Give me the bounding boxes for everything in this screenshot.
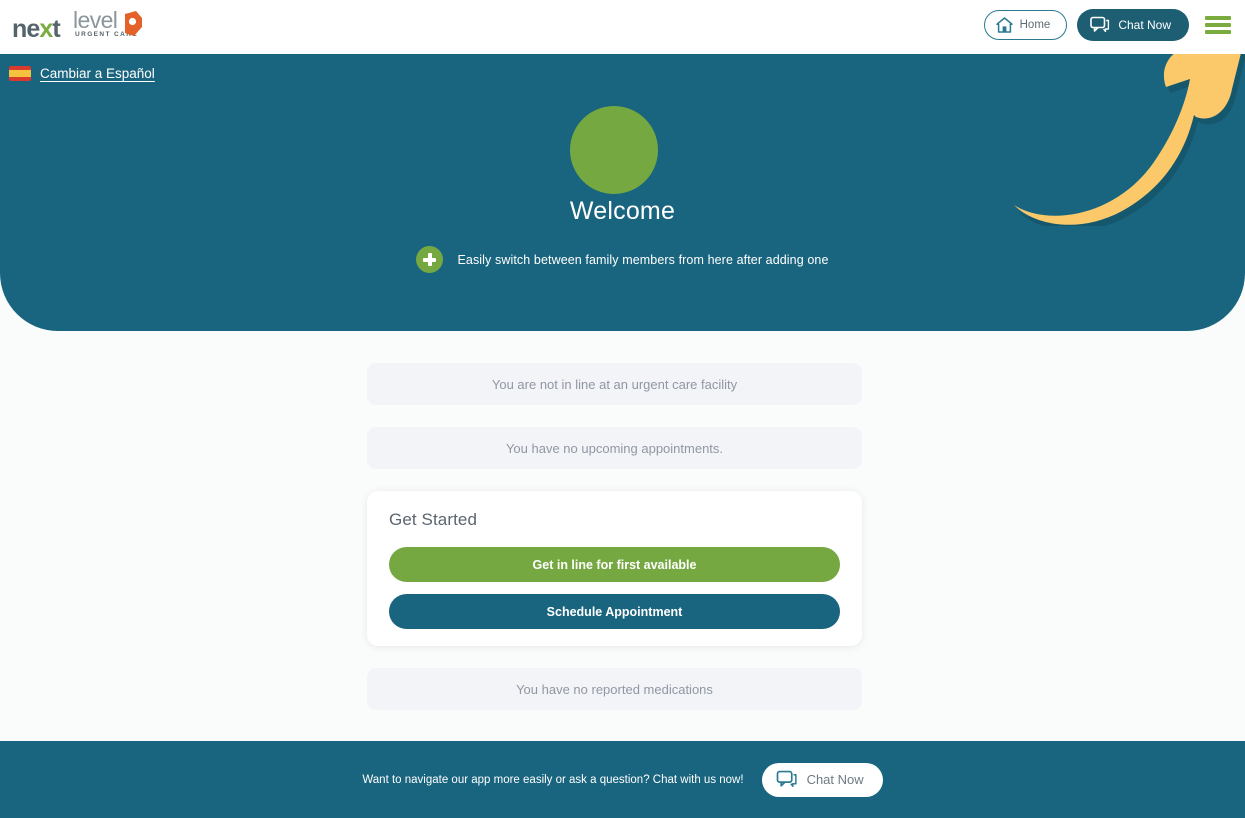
language-switch-link[interactable]: Cambiar a Español xyxy=(9,66,155,81)
chat-now-button-footer[interactable]: Chat Now xyxy=(761,762,883,797)
get-in-line-button[interactable]: Get in line for first available xyxy=(389,547,840,582)
home-button-label: Home xyxy=(1019,19,1051,31)
main-content: You are not in line at an urgent care fa… xyxy=(0,331,1245,741)
hamburger-bar-3 xyxy=(1205,30,1231,34)
language-switch-label: Cambiar a Español xyxy=(40,66,155,81)
app-root: next level URGENT CARE Home Chat Now Cam… xyxy=(0,0,1245,818)
chat-now-footer-label: Chat Now xyxy=(806,772,864,787)
footer-chat-bar: Want to navigate our app more easily or … xyxy=(0,741,1245,818)
chat-bubble-icon xyxy=(1090,16,1110,33)
logo-char-x: x xyxy=(39,15,53,43)
hamburger-bar-2 xyxy=(1205,23,1231,27)
family-switch-row: Easily switch between family members fro… xyxy=(0,246,1245,273)
logo-wordmark-level: level xyxy=(73,7,118,33)
hamburger-menu-icon[interactable] xyxy=(1205,16,1231,34)
home-button[interactable]: Home xyxy=(983,10,1068,40)
house-icon xyxy=(995,17,1013,33)
footer-prompt-text: Want to navigate our app more easily or … xyxy=(362,773,744,786)
top-bar-actions: Home Chat Now xyxy=(983,9,1235,41)
add-family-member-button[interactable] xyxy=(416,246,444,273)
status-card-medications: You have no reported medications xyxy=(367,668,862,710)
spain-flag-icon xyxy=(9,66,31,81)
get-started-title: Get Started xyxy=(389,510,478,529)
hero-panel: Cambiar a Español Welcome Easily switch … xyxy=(0,54,1245,331)
get-started-card: Get Started Get in line for first availa… xyxy=(367,491,862,646)
chat-now-button-header[interactable]: Chat Now xyxy=(1077,9,1189,41)
chat-bubble-icon xyxy=(776,770,797,787)
status-card-appointments: You have no upcoming appointments. xyxy=(367,427,862,469)
chat-now-button-label: Chat Now xyxy=(1118,18,1171,32)
logo-char-e: e xyxy=(26,15,40,43)
logo-hexagon-mark xyxy=(125,11,142,36)
welcome-heading: Welcome xyxy=(569,197,676,225)
status-card-in-line: You are not in line at an urgent care fa… xyxy=(367,363,862,405)
logo-char-n: n xyxy=(12,15,27,43)
family-switch-hint: Easily switch between family members fro… xyxy=(457,252,829,267)
avatar[interactable] xyxy=(570,106,658,194)
logo-char-t: t xyxy=(52,15,60,43)
schedule-appointment-button[interactable]: Schedule Appointment xyxy=(389,594,840,629)
top-bar: next level URGENT CARE Home Chat Now xyxy=(0,0,1245,54)
content-column: You are not in line at an urgent care fa… xyxy=(367,331,862,710)
logo-wordmark-next: next xyxy=(12,15,61,43)
hamburger-bar-1 xyxy=(1205,16,1231,20)
brand-logo[interactable]: next level URGENT CARE xyxy=(12,6,142,44)
